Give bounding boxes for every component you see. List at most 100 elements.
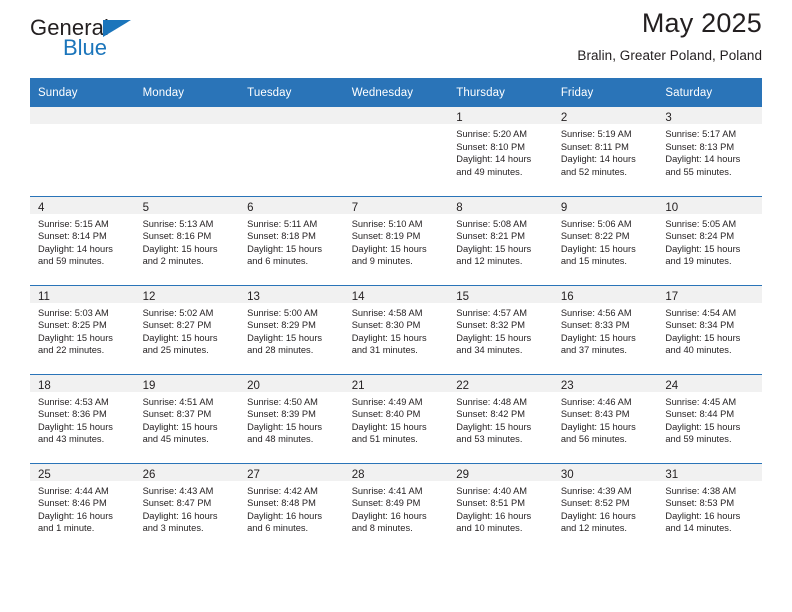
calendar-cell: 24 Sunrise: 4:45 AM Sunset: 8:44 PM Dayli… [657, 373, 762, 463]
day-number: 5 [142, 201, 149, 214]
day-number-band: 29 [448, 463, 553, 481]
day-cell[interactable]: 15 Sunrise: 4:57 AM Sunset: 8:32 PM Dayli… [448, 285, 553, 374]
calendar-body: 1 Sunrise: 5:20 AM Sunset: 8:10 PM Daylig… [30, 107, 762, 552]
day-cell[interactable]: 7 Sunrise: 5:10 AM Sunset: 8:19 PM Daylig… [343, 196, 449, 285]
day-cell[interactable]: 10 Sunrise: 5:05 AM Sunset: 8:24 PM Dayli… [657, 196, 762, 285]
day-number: 8 [456, 201, 463, 214]
day-cell-empty [30, 107, 135, 196]
day-number-band: 30 [552, 463, 658, 481]
calendar-cell: 6 Sunrise: 5:11 AM Sunset: 8:18 PM Daylig… [239, 195, 344, 285]
sun-times-text: Sunrise: 5:03 AM Sunset: 8:25 PM Dayligh… [38, 307, 113, 356]
weekday-header-monday: Monday [134, 78, 240, 107]
day-cell[interactable]: 16 Sunrise: 4:56 AM Sunset: 8:33 PM Dayli… [552, 285, 658, 374]
day-number-band: 23 [552, 374, 658, 392]
day-cell[interactable]: 19 Sunrise: 4:51 AM Sunset: 8:37 PM Dayli… [134, 374, 240, 463]
day-cell[interactable]: 11 Sunrise: 5:03 AM Sunset: 8:25 PM Dayli… [30, 285, 135, 374]
sun-times-text: Sunrise: 5:15 AM Sunset: 8:14 PM Dayligh… [38, 218, 113, 267]
day-cell[interactable]: 21 Sunrise: 4:49 AM Sunset: 8:40 PM Dayli… [343, 374, 449, 463]
day-cell[interactable]: 25 Sunrise: 4:44 AM Sunset: 8:46 PM Dayli… [30, 463, 135, 553]
day-cell[interactable]: 24 Sunrise: 4:45 AM Sunset: 8:44 PM Dayli… [657, 374, 762, 463]
day-cell[interactable]: 12 Sunrise: 5:02 AM Sunset: 8:27 PM Dayli… [134, 285, 240, 374]
day-cell[interactable]: 27 Sunrise: 4:42 AM Sunset: 8:48 PM Dayli… [239, 463, 344, 553]
sun-times-text: Sunrise: 4:54 AM Sunset: 8:34 PM Dayligh… [665, 307, 741, 356]
sun-times-text [239, 124, 344, 128]
day-number-band: 5 [134, 196, 240, 214]
calendar-cell: 28 Sunrise: 4:41 AM Sunset: 8:49 PM Dayli… [343, 462, 449, 553]
sun-times-text: Sunrise: 5:00 AM Sunset: 8:29 PM Dayligh… [247, 307, 323, 356]
sun-times-text: Sunrise: 4:50 AM Sunset: 8:39 PM Dayligh… [247, 396, 323, 445]
calendar-cell: 7 Sunrise: 5:10 AM Sunset: 8:19 PM Daylig… [343, 195, 449, 285]
sun-times-text: Sunrise: 4:42 AM Sunset: 8:48 PM Dayligh… [247, 485, 323, 534]
day-number: 12 [142, 290, 156, 303]
day-number: 21 [351, 379, 365, 392]
calendar-cell [343, 107, 449, 196]
day-cell[interactable]: 29 Sunrise: 4:40 AM Sunset: 8:51 PM Dayli… [448, 463, 553, 553]
calendar-cell: 27 Sunrise: 4:42 AM Sunset: 8:48 PM Dayli… [239, 462, 344, 553]
day-cell[interactable]: 8 Sunrise: 5:08 AM Sunset: 8:21 PM Daylig… [448, 196, 553, 285]
day-number: 30 [560, 468, 574, 481]
day-number-band: 6 [239, 196, 344, 214]
sun-times-text: Sunrise: 5:11 AM Sunset: 8:18 PM Dayligh… [247, 218, 323, 267]
day-cell[interactable]: 4 Sunrise: 5:15 AM Sunset: 8:14 PM Daylig… [30, 196, 135, 285]
day-number-band [134, 107, 240, 124]
day-number-band: 2 [552, 107, 658, 124]
day-cell[interactable]: 1 Sunrise: 5:20 AM Sunset: 8:10 PM Daylig… [448, 107, 553, 196]
day-cell[interactable]: 28 Sunrise: 4:41 AM Sunset: 8:49 PM Dayli… [343, 463, 449, 553]
sun-times-text [344, 124, 449, 128]
day-cell[interactable]: 30 Sunrise: 4:39 AM Sunset: 8:52 PM Dayli… [552, 463, 658, 553]
day-number-band: 20 [239, 374, 344, 392]
weekday-header-thursday: Thursday [448, 78, 553, 107]
sun-times-text: Sunrise: 4:45 AM Sunset: 8:44 PM Dayligh… [665, 396, 741, 445]
day-number-band [343, 107, 449, 124]
day-number-band [239, 107, 344, 124]
calendar-cell: 21 Sunrise: 4:49 AM Sunset: 8:40 PM Dayli… [343, 373, 449, 463]
sun-times-text: Sunrise: 4:44 AM Sunset: 8:46 PM Dayligh… [38, 485, 113, 534]
day-cell[interactable]: 5 Sunrise: 5:13 AM Sunset: 8:16 PM Daylig… [134, 196, 240, 285]
day-number: 29 [456, 468, 470, 481]
calendar-cell: 9 Sunrise: 5:06 AM Sunset: 8:22 PM Daylig… [552, 195, 658, 285]
day-cell[interactable]: 23 Sunrise: 4:46 AM Sunset: 8:43 PM Dayli… [552, 374, 658, 463]
calendar-cell: 25 Sunrise: 4:44 AM Sunset: 8:46 PM Dayli… [30, 462, 135, 553]
day-number-band: 27 [239, 463, 344, 481]
day-cell[interactable]: 14 Sunrise: 4:58 AM Sunset: 8:30 PM Dayli… [343, 285, 449, 374]
day-number-band: 13 [239, 285, 344, 303]
logo-text-blue: Blue [63, 35, 108, 60]
day-number-band: 11 [30, 285, 135, 303]
day-cell[interactable]: 2 Sunrise: 5:19 AM Sunset: 8:11 PM Daylig… [552, 107, 658, 196]
day-number: 13 [247, 290, 260, 303]
day-cell[interactable]: 20 Sunrise: 4:50 AM Sunset: 8:39 PM Dayli… [239, 374, 344, 463]
sun-times-text: Sunrise: 4:41 AM Sunset: 8:49 PM Dayligh… [351, 485, 427, 534]
day-number: 4 [38, 201, 45, 214]
day-cell[interactable]: 13 Sunrise: 5:00 AM Sunset: 8:29 PM Dayli… [239, 285, 344, 374]
sun-times-text: Sunrise: 4:49 AM Sunset: 8:40 PM Dayligh… [351, 396, 427, 445]
day-cell-empty [134, 107, 240, 196]
sun-times-text: Sunrise: 5:13 AM Sunset: 8:16 PM Dayligh… [142, 218, 218, 267]
day-number: 7 [351, 201, 359, 214]
calendar-week-row: 25 Sunrise: 4:44 AM Sunset: 8:46 PM Dayli… [30, 462, 762, 553]
day-number-band: 19 [134, 374, 240, 392]
calendar-cell: 29 Sunrise: 4:40 AM Sunset: 8:51 PM Dayli… [448, 462, 553, 553]
day-cell[interactable]: 6 Sunrise: 5:11 AM Sunset: 8:18 PM Daylig… [239, 196, 344, 285]
day-number: 26 [142, 468, 156, 481]
sun-times-text: Sunrise: 4:40 AM Sunset: 8:51 PM Dayligh… [456, 485, 532, 534]
day-cell[interactable]: 9 Sunrise: 5:06 AM Sunset: 8:22 PM Daylig… [552, 196, 658, 285]
calendar-cell: 23 Sunrise: 4:46 AM Sunset: 8:43 PM Dayli… [552, 373, 658, 463]
day-cell[interactable]: 26 Sunrise: 4:43 AM Sunset: 8:47 PM Dayli… [134, 463, 240, 553]
day-number-band [30, 107, 135, 124]
day-cell[interactable]: 18 Sunrise: 4:53 AM Sunset: 8:36 PM Dayli… [30, 374, 135, 463]
day-cell[interactable]: 22 Sunrise: 4:48 AM Sunset: 8:42 PM Dayli… [448, 374, 553, 463]
day-cell[interactable]: 17 Sunrise: 4:54 AM Sunset: 8:34 PM Dayli… [657, 285, 762, 374]
calendar-cell: 11 Sunrise: 5:03 AM Sunset: 8:25 PM Dayli… [30, 284, 135, 374]
calendar-cell: 31 Sunrise: 4:38 AM Sunset: 8:53 PM Dayli… [657, 462, 762, 553]
day-cell[interactable]: 3 Sunrise: 5:17 AM Sunset: 8:13 PM Daylig… [657, 107, 762, 196]
calendar-cell: 16 Sunrise: 4:56 AM Sunset: 8:33 PM Dayli… [552, 284, 658, 374]
sun-times-text: Sunrise: 5:08 AM Sunset: 8:21 PM Dayligh… [456, 218, 532, 267]
day-cell-empty [239, 107, 344, 196]
day-number: 3 [665, 112, 672, 124]
day-cell[interactable]: 31 Sunrise: 4:38 AM Sunset: 8:53 PM Dayli… [657, 463, 762, 553]
day-number: 27 [247, 468, 260, 481]
general-blue-logo[interactable]: General Blue [30, 17, 150, 63]
calendar-cell: 22 Sunrise: 4:48 AM Sunset: 8:42 PM Dayli… [448, 373, 553, 463]
calendar-cell [30, 107, 135, 196]
sun-times-text: Sunrise: 4:57 AM Sunset: 8:32 PM Dayligh… [456, 307, 532, 356]
